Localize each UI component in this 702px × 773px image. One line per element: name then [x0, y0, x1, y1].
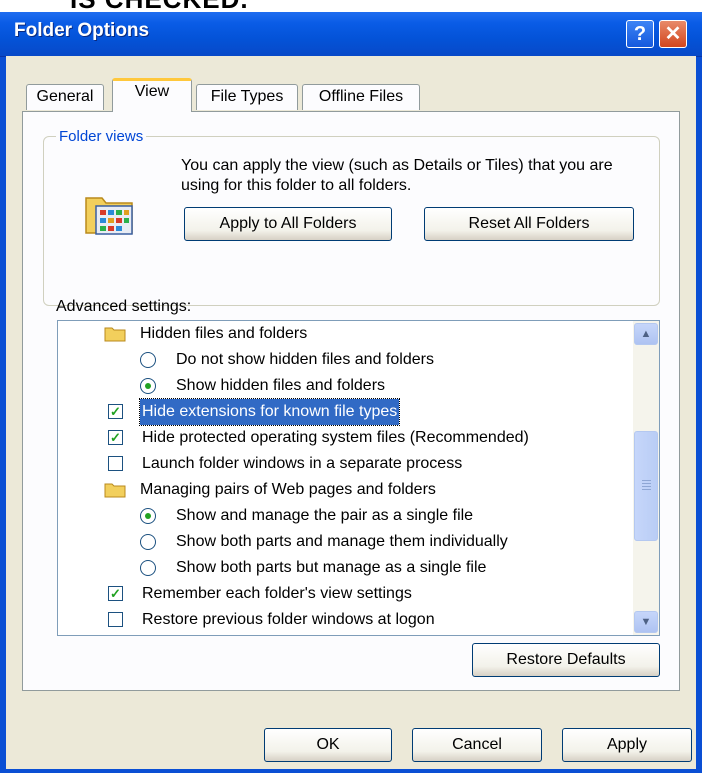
folder-icon [104, 327, 126, 342]
help-button[interactable]: ? [626, 20, 654, 48]
scroll-down-arrow-icon[interactable]: ▼ [634, 611, 658, 633]
scroll-up-arrow-icon[interactable]: ▲ [634, 323, 658, 345]
title-bar[interactable]: Folder Options ? ✕ [0, 12, 702, 57]
ok-button[interactable]: OK [264, 728, 392, 762]
tab-general[interactable]: General [26, 84, 104, 110]
advanced-settings-list[interactable]: Hidden files and folders Do not show hid… [57, 320, 660, 636]
tab-offline-files[interactable]: Offline Files [302, 84, 420, 110]
tab-file-types[interactable]: File Types [196, 84, 298, 110]
list-item-label: Remember each folder's view settings [142, 585, 412, 602]
list-item-label: Show and manage the pair as a single fil… [176, 507, 474, 524]
apply-to-all-folders-button[interactable]: Apply to All Folders [184, 207, 392, 241]
radio-dot [145, 513, 151, 519]
list-item-label: Restore previous folder windows at logon [142, 611, 435, 628]
grip-line [642, 480, 651, 481]
list-item-show-manage-single[interactable]: Show and manage the pair as a single fil… [58, 503, 633, 529]
list-item-label: Show both parts and manage them individu… [176, 533, 508, 550]
grip-line [642, 483, 651, 484]
checkbox[interactable]: ✓ [108, 430, 123, 445]
radio-dot [145, 383, 151, 389]
folder-views-label: Folder views [56, 128, 147, 145]
radio-button[interactable] [140, 352, 156, 368]
radio-button[interactable] [140, 378, 156, 394]
list-item-show-both-single[interactable]: Show both parts but manage as a single f… [58, 555, 633, 581]
radio-button[interactable] [140, 560, 156, 576]
list-item-show-both-individually[interactable]: Show both parts and manage them individu… [58, 529, 633, 555]
list-item-label: Hide extensions for known file types [138, 398, 401, 426]
scrollbar-thumb[interactable] [634, 431, 658, 541]
folder-views-icon [85, 197, 133, 235]
list-item-label: Managing pairs of Web pages and folders [140, 481, 436, 498]
list-item-label: Hide protected operating system files (R… [142, 429, 529, 446]
list-item-hide-extensions[interactable]: ✓ Hide extensions for known file types [58, 398, 633, 426]
grip-line [642, 486, 651, 487]
folder-icon [104, 483, 126, 498]
grip-line [642, 489, 651, 490]
close-button[interactable]: ✕ [659, 20, 687, 48]
list-item-do-not-show-hidden[interactable]: Do not show hidden files and folders [58, 347, 633, 373]
window-title: Folder Options [14, 20, 150, 41]
checkbox[interactable]: ✓ [108, 586, 123, 601]
folder-views-description: You can apply the view (such as Details … [181, 157, 613, 194]
apply-button[interactable]: Apply [562, 728, 692, 762]
vertical-scrollbar[interactable]: ▲ ▼ [633, 321, 659, 635]
list-item-label: Hidden files and folders [140, 325, 308, 342]
list-item-label: Show hidden files and folders [176, 377, 386, 394]
folder-options-dialog: Folder Options ? ✕ General View File Typ… [0, 12, 702, 773]
advanced-settings-label: Advanced settings: [56, 298, 192, 315]
list-item-launch-separate-process[interactable]: Launch folder windows in a separate proc… [58, 451, 633, 477]
list-item-label: Show both parts but manage as a single f… [176, 559, 487, 576]
list-item-show-hidden[interactable]: Show hidden files and folders [58, 373, 633, 399]
checkbox[interactable] [108, 456, 123, 471]
restore-defaults-button[interactable]: Restore Defaults [472, 643, 660, 677]
list-item-hide-protected-files[interactable]: ✓ Hide protected operating system files … [58, 425, 633, 451]
list-item-hidden-files-folder[interactable]: Hidden files and folders [58, 321, 633, 347]
checkbox[interactable]: ✓ [108, 404, 123, 419]
list-item-remember-view-settings[interactable]: ✓ Remember each folder's view settings [58, 581, 633, 607]
reset-all-folders-button[interactable]: Reset All Folders [424, 207, 634, 241]
dialog-client-area: General View File Types Offline Files Fo… [6, 56, 696, 769]
tab-view[interactable]: View [112, 78, 192, 112]
checkbox[interactable] [108, 612, 123, 627]
cancel-button[interactable]: Cancel [412, 728, 542, 762]
list-item-managing-pairs-folder[interactable]: Managing pairs of Web pages and folders [58, 477, 633, 503]
list-item-label: Launch folder windows in a separate proc… [142, 455, 463, 472]
radio-button[interactable] [140, 508, 156, 524]
list-item-label: Do not show hidden files and folders [176, 351, 434, 368]
list-item-restore-previous-windows[interactable]: Restore previous folder windows at logon [58, 607, 633, 633]
radio-button[interactable] [140, 534, 156, 550]
